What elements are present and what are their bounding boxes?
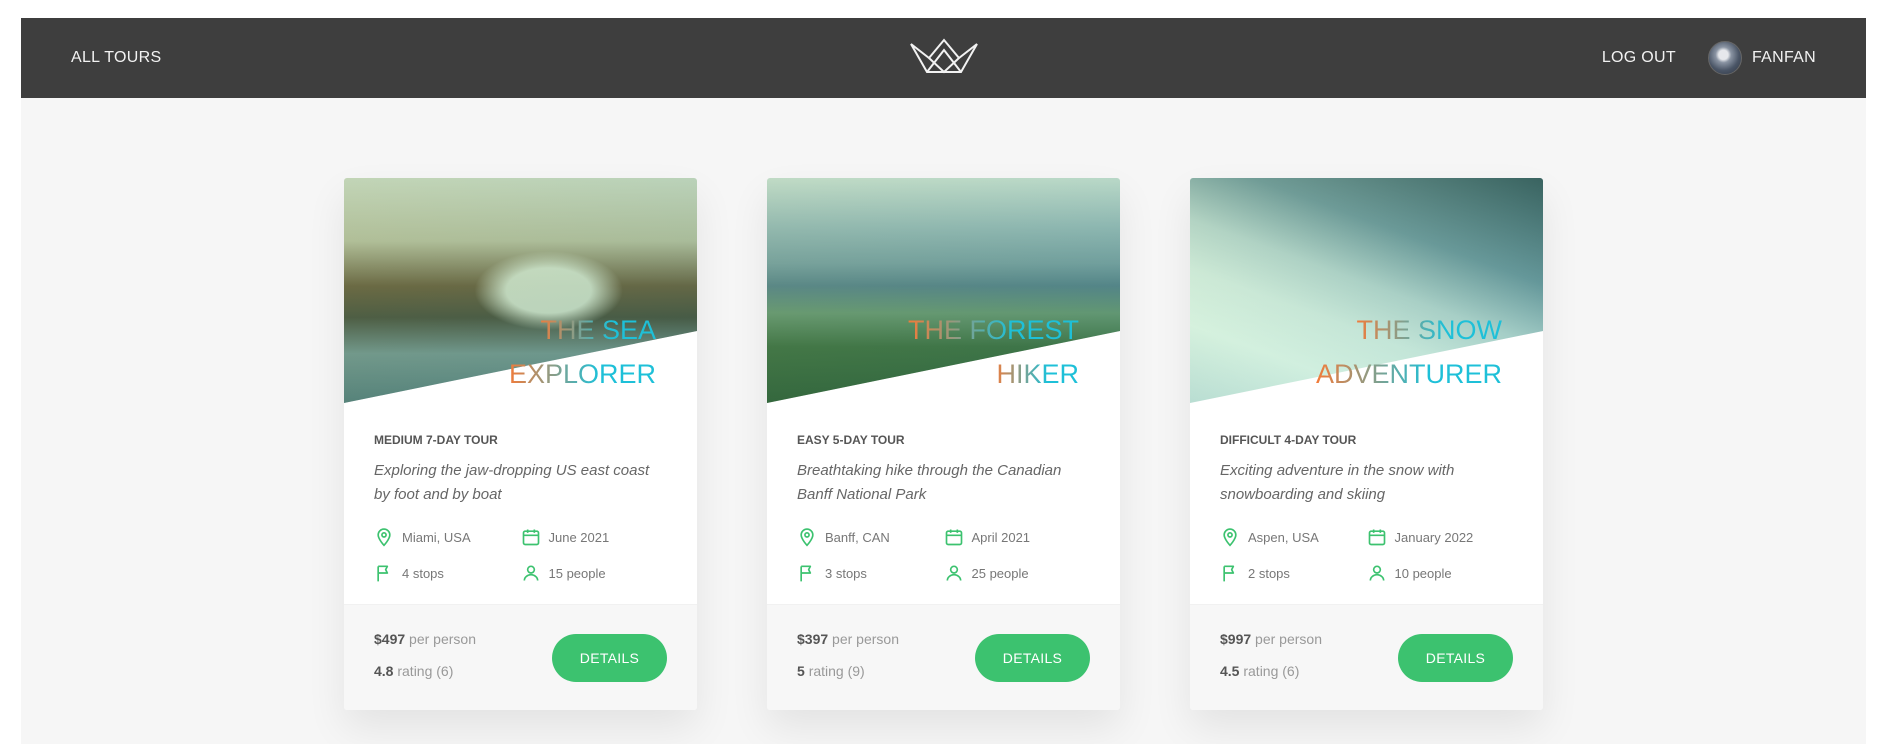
- people-text: 10 people: [1394, 565, 1452, 581]
- logout-link[interactable]: LOG OUT: [1602, 49, 1676, 67]
- location-text: Banff, CAN: [825, 529, 890, 545]
- tour-card-grid: THE SEA EXPLORER MEDIUM 7-DAY TOUR Explo…: [344, 178, 1543, 710]
- tour-date: April 2021: [944, 527, 1091, 547]
- flag-icon: [377, 565, 389, 582]
- map-pin-icon: [1223, 528, 1237, 547]
- tour-card: THE SNOW ADVENTURER DIFFICULT 4-DAY TOUR…: [1190, 178, 1543, 710]
- tour-stops: 2 stops: [1220, 563, 1367, 583]
- tour-name-line1: THE FOREST: [902, 308, 1085, 352]
- page-frame: ALL TOURS LOG OUT FANFAN THE SEA EXPLORE…: [21, 18, 1866, 744]
- top-nav: ALL TOURS LOG OUT FANFAN: [21, 18, 1866, 98]
- flag-icon: [800, 565, 812, 582]
- tour-data: Aspen, USA January 2022 2 stops 10 peopl…: [1220, 527, 1513, 583]
- location-text: Miami, USA: [402, 529, 471, 545]
- flag-icon: [1223, 565, 1235, 582]
- card-footer: $497 per person 4.8 rating (6) DETAILS: [344, 604, 697, 710]
- price-value: $397: [797, 631, 829, 647]
- tour-summary: Exciting adventure in the snow with snow…: [1220, 462, 1455, 503]
- card-header: THE FOREST HIKER: [767, 178, 1120, 403]
- tour-name: THE FOREST HIKER: [902, 308, 1085, 396]
- rating-value: 4.8: [374, 663, 394, 679]
- card-details: MEDIUM 7-DAY TOUR Exploring the jaw-drop…: [344, 403, 697, 583]
- tour-sub-heading: MEDIUM 7-DAY TOUR: [374, 433, 498, 447]
- stops-text: 2 stops: [1248, 565, 1290, 581]
- crown-logo-icon[interactable]: [909, 36, 979, 76]
- people-text: 15 people: [548, 565, 606, 581]
- card-header: THE SNOW ADVENTURER: [1190, 178, 1543, 403]
- tour-sub-heading: DIFFICULT 4-DAY TOUR: [1220, 433, 1357, 447]
- calendar-icon: [945, 529, 962, 546]
- tour-location: Banff, CAN: [797, 527, 944, 547]
- map-pin-icon: [377, 528, 391, 547]
- tour-date: January 2022: [1367, 527, 1514, 547]
- price-value: $997: [1220, 631, 1252, 647]
- tour-location: Miami, USA: [374, 527, 521, 547]
- rating-suffix: rating (6): [397, 663, 454, 679]
- tour-name: THE SEA EXPLORER: [503, 308, 662, 396]
- tour-name-line1: THE SNOW: [1351, 308, 1509, 352]
- tour-data: Miami, USA June 2021 4 stops 15 people: [374, 527, 667, 583]
- all-tours-link[interactable]: ALL TOURS: [71, 49, 161, 67]
- tour-people: 10 people: [1367, 563, 1514, 583]
- price-suffix: per person: [1255, 631, 1322, 647]
- price-suffix: per person: [832, 631, 899, 647]
- tour-name: THE SNOW ADVENTURER: [1310, 308, 1508, 396]
- user-icon: [946, 565, 961, 581]
- card-details: DIFFICULT 4-DAY TOUR Exciting adventure …: [1190, 403, 1543, 583]
- rating-suffix: rating (9): [808, 663, 865, 679]
- details-button[interactable]: DETAILS: [1398, 634, 1513, 682]
- tour-data: Banff, CAN April 2021 3 stops 25 people: [797, 527, 1090, 583]
- rating-value: 5: [797, 663, 805, 679]
- rating-value: 4.5: [1220, 663, 1240, 679]
- card-footer: $397 per person 5 rating (9) DETAILS: [767, 604, 1120, 710]
- date-text: April 2021: [971, 529, 1031, 545]
- calendar-icon: [1368, 529, 1385, 546]
- tour-location: Aspen, USA: [1220, 527, 1367, 547]
- price-suffix: per person: [409, 631, 476, 647]
- date-text: January 2022: [1394, 529, 1474, 545]
- tour-date: June 2021: [521, 527, 668, 547]
- tour-stops: 3 stops: [797, 563, 944, 583]
- people-text: 25 people: [971, 565, 1029, 581]
- tour-name-line2: ADVENTURER: [1310, 352, 1508, 396]
- tour-sub-heading: EASY 5-DAY TOUR: [797, 433, 905, 447]
- tour-name-line2: EXPLORER: [503, 352, 662, 396]
- tour-card: THE SEA EXPLORER MEDIUM 7-DAY TOUR Explo…: [344, 178, 697, 710]
- stops-text: 3 stops: [825, 565, 867, 581]
- user-menu[interactable]: FANFAN: [1707, 41, 1816, 75]
- tour-people: 25 people: [944, 563, 1091, 583]
- calendar-icon: [522, 529, 539, 546]
- tour-name-line2: HIKER: [990, 352, 1085, 396]
- stops-text: 4 stops: [402, 565, 444, 581]
- map-pin-icon: [800, 528, 814, 547]
- details-button[interactable]: DETAILS: [552, 634, 667, 682]
- tour-summary: Exploring the jaw-dropping US east coast…: [374, 462, 650, 503]
- tour-stops: 4 stops: [374, 563, 521, 583]
- avatar: [1707, 41, 1742, 75]
- date-text: June 2021: [548, 529, 610, 545]
- tour-summary: Breathtaking hike through the Canadian B…: [797, 462, 1062, 503]
- price-value: $497: [374, 631, 406, 647]
- tour-people: 15 people: [521, 563, 668, 583]
- user-icon: [1369, 565, 1384, 581]
- tour-name-line1: THE SEA: [534, 308, 662, 352]
- header-right: LOG OUT FANFAN: [1602, 41, 1816, 75]
- rating-suffix: rating (6): [1243, 663, 1300, 679]
- card-footer: $997 per person 4.5 rating (6) DETAILS: [1190, 604, 1543, 710]
- details-button[interactable]: DETAILS: [975, 634, 1090, 682]
- user-name: FANFAN: [1751, 49, 1816, 66]
- card-header: THE SEA EXPLORER: [344, 178, 697, 403]
- tour-card: THE FOREST HIKER EASY 5-DAY TOUR Breatht…: [767, 178, 1120, 710]
- card-details: EASY 5-DAY TOUR Breathtaking hike throug…: [767, 403, 1120, 583]
- location-text: Aspen, USA: [1248, 529, 1319, 545]
- user-icon: [523, 565, 538, 581]
